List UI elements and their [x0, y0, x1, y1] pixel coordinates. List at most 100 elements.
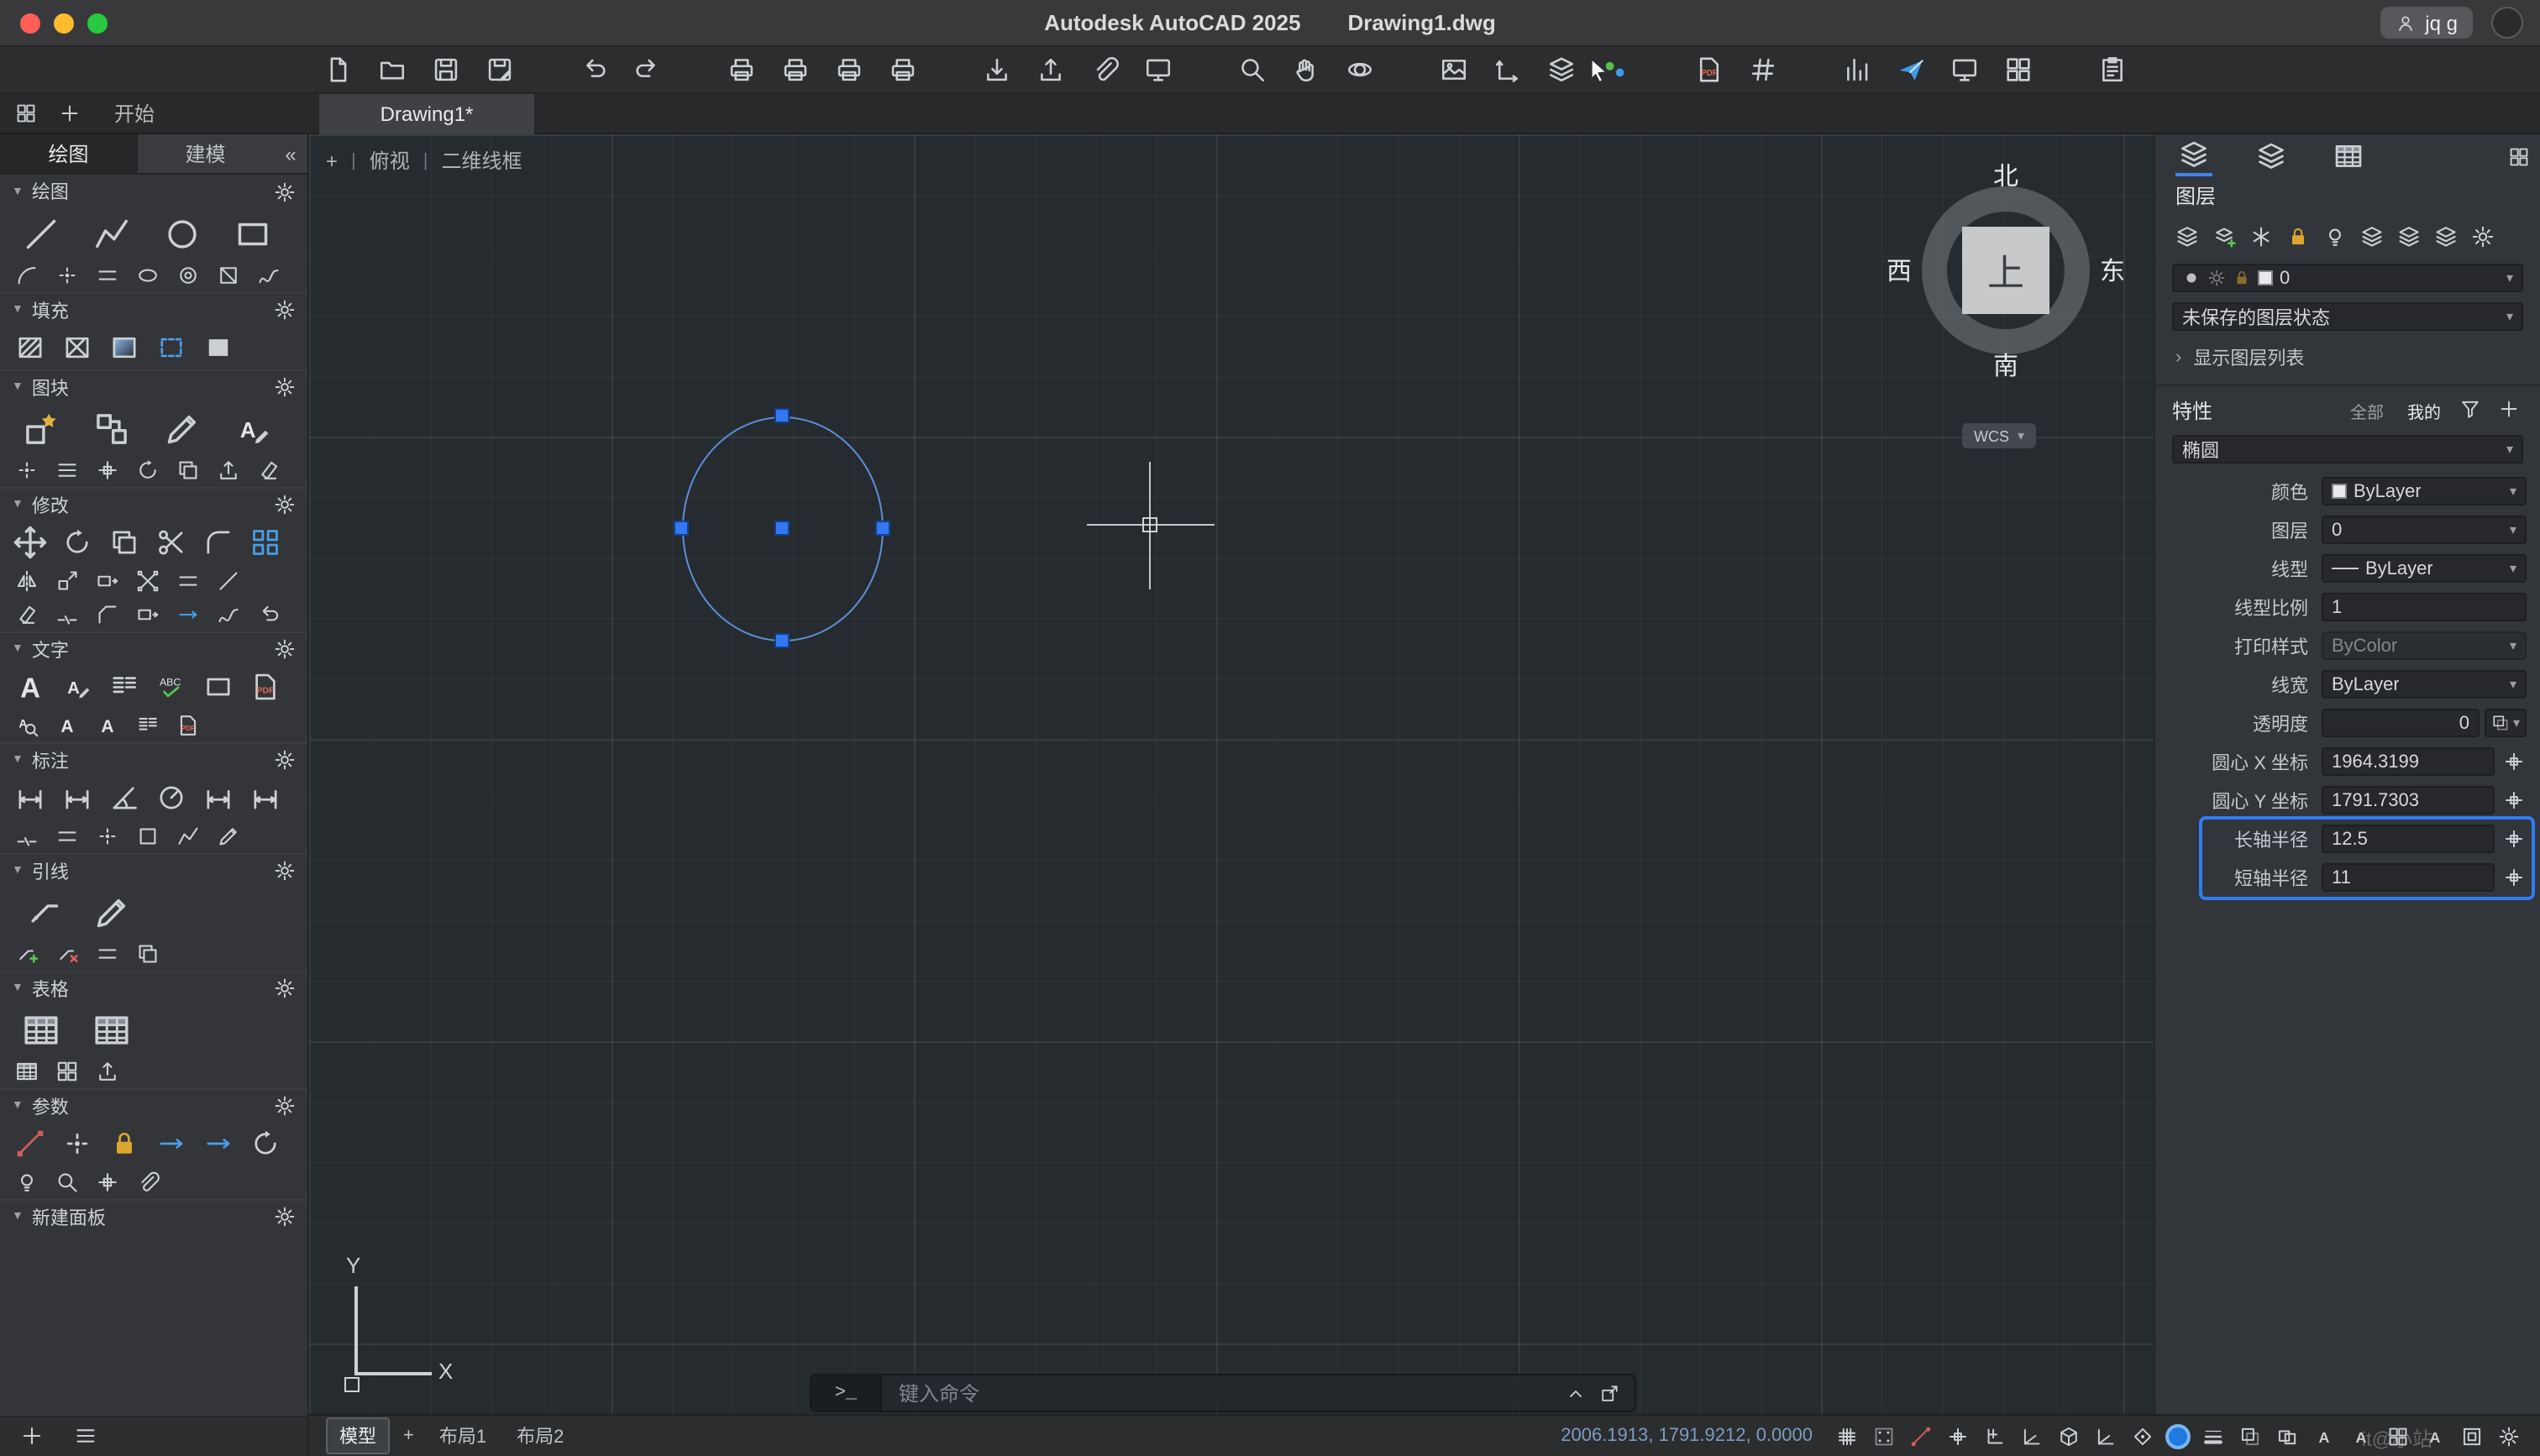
- palette-tab-model[interactable]: 建模: [137, 134, 274, 173]
- open-file-button[interactable]: [373, 51, 410, 88]
- viewcube-west[interactable]: 西: [1887, 253, 1912, 288]
- circle-button[interactable]: [148, 210, 215, 257]
- save-as-button[interactable]: [480, 51, 517, 88]
- transparency-input[interactable]: 0: [2322, 709, 2480, 737]
- point-parameter-button[interactable]: [54, 1123, 99, 1164]
- trim-button[interactable]: [148, 522, 193, 563]
- insert-block-button[interactable]: [7, 405, 74, 452]
- palette-section-header[interactable]: ▼填充: [0, 292, 307, 326]
- blend-button[interactable]: [208, 600, 247, 630]
- linetype-scale-input[interactable]: 1: [2322, 593, 2527, 621]
- add-palette-button[interactable]: [20, 1423, 47, 1450]
- layer-select[interactable]: 0▾: [2322, 516, 2527, 544]
- erase-button[interactable]: [7, 600, 45, 630]
- layer-properties-tab[interactable]: [2175, 136, 2212, 176]
- point-button[interactable]: [47, 260, 86, 291]
- sheet-set-tab[interactable]: [2330, 136, 2367, 176]
- merge-layers-button[interactable]: [2394, 223, 2422, 250]
- dim-radius-button[interactable]: [148, 778, 193, 818]
- plot-preview-button[interactable]: [776, 51, 813, 88]
- linetype-select[interactable]: ByLayer▾: [2322, 554, 2527, 583]
- workspace-switch-toggle[interactable]: [2384, 1422, 2412, 1450]
- color-select[interactable]: ByLayer▾: [2322, 477, 2527, 505]
- new-drawing-tab-button[interactable]: [50, 95, 87, 132]
- offset-button[interactable]: [168, 566, 207, 596]
- alignment-parameter-button[interactable]: [195, 1123, 240, 1164]
- polar-tracking-toggle[interactable]: [2018, 1422, 2046, 1450]
- command-window-button[interactable]: [1596, 1380, 1623, 1406]
- grip-bottom[interactable]: [774, 633, 790, 648]
- multileader-button[interactable]: [7, 888, 74, 935]
- save-button[interactable]: [427, 51, 464, 88]
- create-block-button[interactable]: [77, 405, 144, 452]
- off-layer-button[interactable]: [2320, 223, 2348, 250]
- flip-parameter-button[interactable]: [148, 1123, 193, 1164]
- new-file-button[interactable]: [319, 51, 356, 88]
- new-layout-button[interactable]: +: [396, 1422, 421, 1449]
- minor-radius-input[interactable]: 11: [2322, 863, 2495, 892]
- section-settings-button[interactable]: [274, 638, 296, 660]
- chamfer-button[interactable]: [87, 600, 126, 630]
- layer-properties-button[interactable]: [2172, 223, 2201, 250]
- named-views-button[interactable]: [1435, 51, 1472, 88]
- pdf-export-text-button[interactable]: PDF: [168, 710, 207, 741]
- markup-import-button[interactable]: [2093, 51, 2130, 88]
- array-button[interactable]: [242, 522, 287, 563]
- close-window-button[interactable]: [20, 13, 40, 33]
- page-setup-button[interactable]: [884, 51, 921, 88]
- viewport-control-2[interactable]: 二维线框: [442, 146, 522, 175]
- center-mark-button[interactable]: [87, 821, 126, 851]
- copy-button[interactable]: [101, 522, 146, 563]
- join-button[interactable]: [208, 566, 247, 596]
- display-settings-button[interactable]: [1945, 51, 1982, 88]
- chain-parameter-button[interactable]: [128, 1167, 166, 1197]
- solid-fill-button[interactable]: [195, 327, 240, 368]
- section-settings-button[interactable]: [274, 181, 296, 202]
- pickadd-toggle-button[interactable]: [2498, 398, 2523, 423]
- text-case-button[interactable]: A: [47, 710, 86, 741]
- palette-collapse-button[interactable]: «: [274, 134, 307, 173]
- minor-radius-pick-point-button[interactable]: [2500, 864, 2527, 891]
- text-columns-button[interactable]: [101, 667, 146, 707]
- reverse-button[interactable]: [249, 600, 287, 630]
- customize-toggle[interactable]: [2495, 1422, 2523, 1450]
- fillet-button[interactable]: [195, 522, 240, 563]
- layout-tab-layout1[interactable]: 布局1: [428, 1419, 498, 1453]
- palette-tab-draw[interactable]: 绘图: [0, 134, 137, 173]
- hatch-crosshatch-button[interactable]: [54, 327, 99, 368]
- panel-options-button[interactable]: [2503, 141, 2533, 171]
- center-x-pick-point-button[interactable]: [2500, 748, 2527, 775]
- manage-attributes-button[interactable]: [47, 455, 86, 485]
- lock-layer-button[interactable]: [2283, 223, 2312, 250]
- object-type-select[interactable]: 椭圆 ▾: [2172, 435, 2523, 464]
- explode-button[interactable]: [128, 566, 166, 596]
- layer-states-button[interactable]: [2431, 223, 2459, 250]
- section-settings-button[interactable]: [274, 494, 296, 516]
- palette-section-header[interactable]: ▼文字: [0, 631, 307, 665]
- table-from-data-button[interactable]: [77, 1006, 144, 1053]
- tab-drawing1[interactable]: Drawing1*: [319, 93, 534, 134]
- text-frame-button[interactable]: [195, 667, 240, 707]
- ucs-button[interactable]: [1488, 51, 1525, 88]
- clean-screen-toggle[interactable]: [2458, 1422, 2486, 1450]
- palette-list-button[interactable]: [74, 1423, 101, 1450]
- spline-button[interactable]: [249, 260, 287, 291]
- annotation-visibility-toggle[interactable]: A: [2310, 1422, 2338, 1450]
- dim-baseline-button[interactable]: [195, 778, 240, 818]
- attach-reference-button[interactable]: [1085, 51, 1122, 88]
- fullscreen-window-button[interactable]: [87, 13, 108, 33]
- center-x-input[interactable]: 1964.3199: [2322, 747, 2495, 776]
- align-button[interactable]: [168, 600, 207, 630]
- viewcube-top-face[interactable]: 上: [1962, 227, 2049, 314]
- section-settings-button[interactable]: [274, 977, 296, 999]
- grid-display-toggle[interactable]: [1833, 1422, 1861, 1450]
- signin-search-field[interactable]: jq g: [2380, 7, 2473, 39]
- hatch-pattern-button[interactable]: [7, 327, 52, 368]
- performance-badge[interactable]: [2165, 1423, 2191, 1448]
- sync-attributes-button[interactable]: [128, 455, 166, 485]
- dim-linear-button[interactable]: [7, 778, 52, 818]
- mtext-button[interactable]: A: [7, 667, 52, 707]
- freeze-layer-button[interactable]: [2246, 223, 2275, 250]
- ellipse-button[interactable]: [128, 260, 166, 291]
- isometric-drafting-toggle[interactable]: [2055, 1422, 2083, 1450]
